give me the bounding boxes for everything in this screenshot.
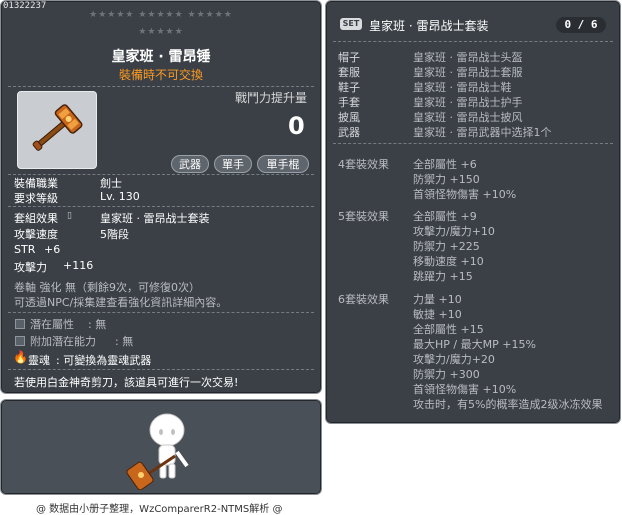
set-effect-5-line: 攻擊力/魔力+10 bbox=[413, 225, 495, 238]
character-preview-avatar bbox=[126, 413, 189, 490]
set-effect-value: 皇家班 · 雷昂战士套装 bbox=[100, 212, 210, 225]
item-icon-frame bbox=[17, 91, 97, 169]
attack-speed-value: 5階段 bbox=[100, 228, 129, 241]
hammer-icon bbox=[32, 104, 83, 151]
potential-value: : 無 bbox=[88, 318, 107, 331]
set-effect-4-line: 全部屬性 +6 bbox=[413, 158, 477, 171]
npc-enhance-info: 可透過NPC/採集建查看強化資訊詳細內容。 bbox=[14, 296, 228, 309]
set-effect-6-line: 力量 +10 bbox=[413, 293, 462, 306]
potential-label: 潛在屬性 bbox=[30, 318, 74, 331]
set-effect-6-line: 攻击时，有5%的概率造成2级冰冻效果 bbox=[413, 398, 603, 411]
set-slot-label: 披風 bbox=[338, 111, 360, 124]
soul-flame-icon: 🔥 bbox=[13, 350, 28, 364]
set-effect-6-line: 攻擊力/魔力+20 bbox=[413, 353, 495, 366]
additional-potential-checkbox-icon bbox=[15, 336, 25, 346]
power-increase-label: 戰鬥力提升量 bbox=[235, 91, 308, 105]
job-value: 劍士 bbox=[100, 177, 122, 190]
set-item-name: 皇家班 · 雷昂战士鞋 bbox=[413, 81, 512, 94]
tag-weapon: 武器 bbox=[171, 155, 209, 173]
set-effect-6-line: 首領怪物傷害 +10% bbox=[413, 383, 517, 396]
str-label: STR bbox=[14, 243, 36, 256]
job-label: 裝備職業 bbox=[14, 177, 58, 190]
set-slot-label: 鞋子 bbox=[338, 81, 360, 94]
hammer-icon bbox=[126, 454, 176, 490]
set-effect-5-line: 全部屬性 +9 bbox=[413, 210, 477, 223]
potential-checkbox-icon bbox=[15, 319, 25, 329]
tag-one-handed-mace: 單手棍 bbox=[257, 155, 309, 173]
set-effect-5-line: 跳躍力 +15 bbox=[413, 270, 473, 283]
level-value: Lv. 130 bbox=[100, 190, 140, 203]
set-effect-6-line: 全部屬性 +15 bbox=[413, 323, 484, 336]
set-slot-label: 手套 bbox=[338, 96, 360, 109]
lock-icon: ▯ bbox=[67, 211, 72, 221]
set-effect-6-line: 防禦力 +300 bbox=[413, 368, 480, 381]
soul-label: 靈魂 bbox=[28, 354, 50, 367]
set-badge: SET bbox=[340, 18, 362, 30]
set-effect-4-line: 首領怪物傷害 +10% bbox=[413, 188, 517, 201]
item-name: 皇家班 · 雷昂锤 bbox=[111, 49, 211, 65]
set-item-name: 皇家班 · 雷昂战士披风 bbox=[413, 111, 523, 124]
divider bbox=[333, 41, 613, 42]
attack-value: +116 bbox=[63, 259, 94, 272]
attack-label: 攻擊力 bbox=[14, 261, 47, 274]
set-title: 皇家班 · 雷昂战士套装 bbox=[369, 19, 489, 33]
additional-potential-value: : 無 bbox=[115, 335, 134, 348]
tag-one-handed: 單手 bbox=[214, 155, 252, 173]
set-item-name: 皇家班 · 雷昂战士护手 bbox=[413, 96, 523, 109]
set-effect-5-line: 防禦力 +225 bbox=[413, 240, 480, 253]
set-slot-label: 套服 bbox=[338, 66, 360, 79]
additional-potential-label: 附加潛在能力 bbox=[30, 335, 96, 348]
trade-restriction: 裝備時不可交換 bbox=[118, 68, 203, 82]
attack-speed-label: 攻擊速度 bbox=[14, 228, 58, 241]
set-slot-label: 帽子 bbox=[338, 51, 360, 64]
set-effect-6-line: 最大HP / 最大MP +15% bbox=[413, 338, 536, 351]
set-item-name: 皇家班 · 雷昂战士头盔 bbox=[413, 51, 523, 64]
soul-value: : 可變換為靈魂武器 bbox=[56, 354, 152, 367]
divider bbox=[8, 206, 314, 207]
scissors-note: 若使用白金神奇剪刀，該道具可進行一次交易! bbox=[14, 376, 239, 389]
set-effect-5-line: 移動速度 +10 bbox=[413, 255, 484, 268]
set-count: 0 / 6 bbox=[556, 17, 606, 33]
set-effect-4-header: 4套裝效果 bbox=[338, 158, 389, 171]
set-slot-label: 武器 bbox=[338, 126, 360, 139]
set-effect-6-header: 6套裝效果 bbox=[338, 293, 389, 306]
set-effect-6-line: 敏捷 +10 bbox=[413, 308, 462, 321]
divider bbox=[8, 369, 314, 370]
star-force-row-2: ★★★★★ bbox=[138, 27, 184, 37]
set-item-name: 皇家班 · 雷昂武器中选择1个 bbox=[413, 126, 552, 139]
set-effect-4-line: 防禦力 +150 bbox=[413, 173, 480, 186]
set-effect-label: 套組效果 bbox=[14, 212, 58, 225]
set-item-name: 皇家班 · 雷昂战士套服 bbox=[413, 66, 523, 79]
power-increase-value: 0 bbox=[288, 112, 305, 140]
level-label: 要求等級 bbox=[14, 192, 58, 205]
set-effect-5-header: 5套裝效果 bbox=[338, 210, 389, 223]
divider bbox=[8, 312, 314, 313]
str-value: +6 bbox=[44, 243, 61, 256]
divider bbox=[8, 86, 314, 87]
divider bbox=[333, 143, 613, 144]
footer-credit: @ 数据由小册子整理，WzComparerR2-NTMS解析 @ bbox=[36, 504, 283, 515]
star-force-row: ★★★★★ ★★★★★ ★★★★★ bbox=[89, 10, 233, 20]
scroll-enhance-info: 卷軸 強化 無（剩餘9次，可修復0次） bbox=[14, 281, 200, 294]
